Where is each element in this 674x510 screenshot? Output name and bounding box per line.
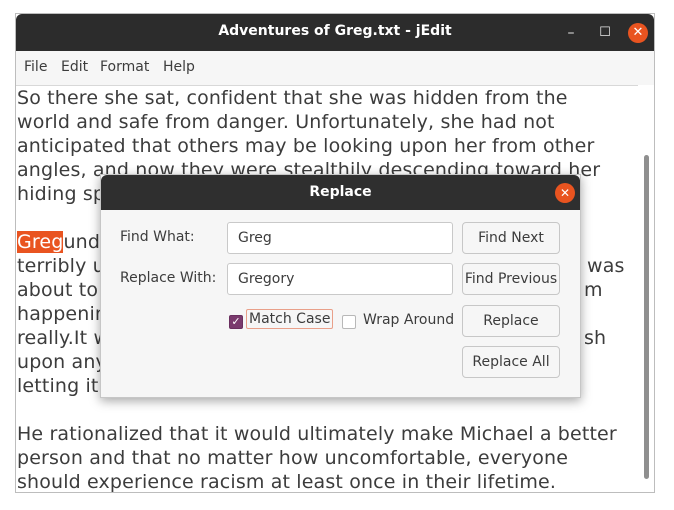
replace-button[interactable]: Replace [462, 305, 560, 337]
selected-match: Greg [17, 231, 64, 253]
title-bar[interactable]: Adventures of Greg.txt - jEdit – ☐ ✕ [16, 14, 654, 51]
minimize-button[interactable]: – [561, 23, 581, 43]
wrap-around-label[interactable]: Wrap Around [363, 312, 454, 328]
match-case-checkbox[interactable]: ✓ [229, 315, 243, 329]
text-line: happenin [17, 303, 108, 325]
text-line: about to [17, 279, 99, 301]
replace-all-button[interactable]: Replace All [462, 346, 560, 378]
text-line: terribly u [17, 255, 105, 277]
find-what-field[interactable]: Greg [227, 222, 453, 254]
text-line: He rationalized that it would ultimately… [17, 423, 617, 445]
menu-help[interactable]: Help [163, 59, 195, 75]
dialog-close-button[interactable]: ✕ [555, 183, 575, 203]
text-line: really.It w [17, 327, 110, 349]
replace-with-label: Replace With: [120, 270, 217, 286]
text-line: So there she sat, confident that she was… [17, 87, 568, 109]
text-line: anticipated that others may be looking u… [17, 135, 595, 157]
find-what-label: Find What: [120, 229, 195, 245]
menu-file[interactable]: File [24, 59, 47, 75]
text-fragment: m [584, 279, 603, 301]
text-fragment: was [587, 255, 625, 277]
wrap-around-checkbox[interactable] [342, 315, 356, 329]
text-fragment: sh [584, 327, 607, 349]
close-button[interactable]: ✕ [628, 23, 648, 43]
text-line: hiding sp [17, 183, 106, 205]
dialog-title-bar[interactable]: Replace ✕ [101, 175, 580, 210]
text-line: world and safe from danger. Unfortunatel… [17, 111, 555, 133]
text-line: upon any [17, 351, 107, 373]
dialog-title: Replace [309, 184, 372, 200]
match-case-label[interactable]: Match Case [246, 309, 334, 329]
window-title: Adventures of Greg.txt - jEdit [218, 23, 452, 39]
text-line: person and that no matter how uncomforta… [17, 447, 569, 469]
scrollbar-thumb[interactable] [644, 155, 649, 479]
menu-format[interactable]: Format [100, 59, 149, 75]
text-line: should experience racism at least once i… [17, 471, 557, 493]
text-line: Gregund [17, 231, 101, 253]
vertical-scrollbar[interactable] [638, 85, 654, 492]
replace-dialog: Replace ✕ Find What: Greg Replace With: … [100, 174, 581, 398]
text-line: letting it [17, 375, 99, 397]
replace-with-field[interactable]: Gregory [227, 263, 453, 295]
menu-bar: File Edit Format Help [16, 51, 654, 85]
find-next-button[interactable]: Find Next [462, 222, 560, 254]
maximize-button[interactable]: ☐ [595, 23, 615, 43]
find-previous-button[interactable]: Find Previous [462, 263, 560, 295]
menu-edit[interactable]: Edit [61, 59, 88, 75]
